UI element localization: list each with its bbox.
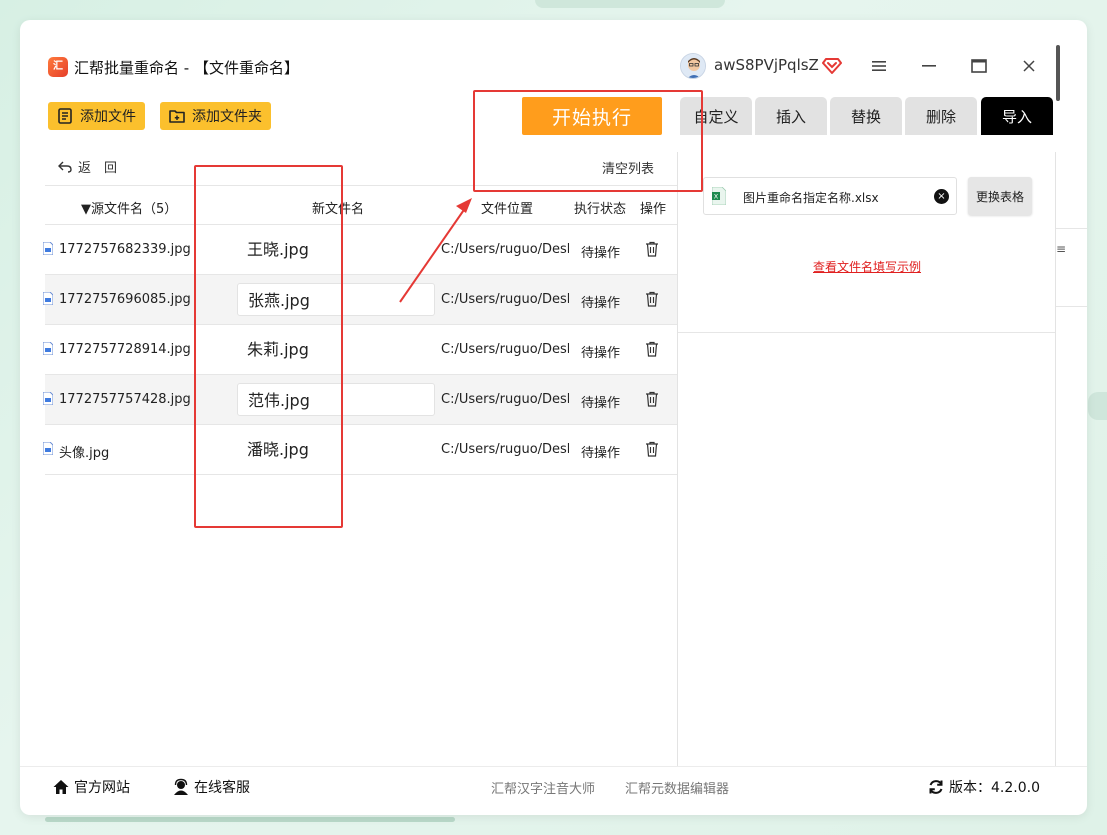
trash-icon[interactable] [645,291,659,307]
product-link-pinyin[interactable]: 汇帮汉字注音大师 [491,778,595,797]
user-name[interactable]: awS8PVjPqlsZ [714,56,819,74]
status-text: 待操作 [581,296,621,311]
back-label: 返 回 [78,161,118,176]
online-support-label: 在线客服 [194,780,250,796]
source-file-name: 头像.jpg [59,446,110,461]
file-location: C:/Users/ruguo/Desktop [441,342,569,357]
official-website-label: 官方网站 [74,780,130,796]
import-panel: X 图片重命名指定名称.xlsx × 更换表格 查看文件名填写示例 [678,152,1056,767]
header-status: 执行状态 [574,202,627,217]
import-file-name: 图片重命名指定名称.xlsx [743,191,879,205]
support-headset-icon [174,778,188,795]
trash-icon[interactable] [645,441,659,457]
app-logo-icon: 汇 [48,57,68,77]
app-window: 汇 汇帮批量重命名 - 【文件重命名】 awS8PVjPqlsZ 添加文件 添加… [20,20,1087,815]
add-folder-label: 添加文件夹 [192,109,262,125]
side-menu-icon[interactable]: ≡ [1056,242,1066,256]
table-row[interactable]: 1772757728914.jpg 朱莉.jpg C:/Users/ruguo/… [43,325,678,375]
annotation-highlight-new-names [194,165,343,528]
remove-file-icon[interactable]: × [934,189,949,204]
tab-delete[interactable]: 删除 [905,97,977,135]
header-location: 文件位置 [481,202,534,217]
status-text: 待操作 [581,346,621,361]
header-action: 操作 [640,202,667,217]
file-location: C:/Users/ruguo/Desktop [441,242,569,257]
add-folder-button[interactable]: 添加文件夹 [160,102,271,130]
view-example-link[interactable]: 查看文件名填写示例 [813,258,921,275]
trash-icon[interactable] [645,241,659,257]
source-file-name: 1772757696085.jpg [59,292,191,307]
image-file-icon [43,442,53,455]
home-icon [53,780,69,794]
edge-separator [1056,228,1087,229]
file-icon [58,108,72,124]
status-text: 待操作 [581,246,621,261]
footer: 官方网站 在线客服 汇帮汉字注音大师 汇帮元数据编辑器 版本：4.2.0.0 [20,766,1087,815]
minimize-icon[interactable] [917,54,941,78]
user-avatar[interactable] [680,53,706,79]
online-support-link[interactable]: 在线客服 [172,777,250,797]
close-icon[interactable] [1017,54,1041,78]
official-website-link[interactable]: 官方网站 [52,777,130,797]
image-file-icon [43,392,53,405]
panel-separator [678,332,1055,333]
background-edge [1088,392,1107,420]
back-arrow-icon [58,161,72,173]
excel-file-icon: X [712,187,726,205]
file-table: ▼源文件名（5） 新文件名 文件位置 执行状态 操作 1772757682339… [43,185,678,475]
back-button[interactable]: 返 回 [58,157,117,176]
add-file-button[interactable]: 添加文件 [48,102,145,130]
vip-diamond-icon[interactable] [822,55,842,75]
file-location: C:/Users/ruguo/Desktop [441,292,569,307]
source-file-name: 1772757682339.jpg [59,242,191,257]
menu-icon[interactable] [867,54,891,78]
header-source-label: 源文件名（5） [91,202,178,217]
change-table-button[interactable]: 更换表格 [968,177,1032,215]
file-location: C:/Users/ruguo/Desktop [441,392,569,407]
background-tab [535,0,725,8]
header-source[interactable]: ▼源文件名（5） [81,198,177,217]
table-row[interactable]: 1772757696085.jpg 张燕.jpg C:/Users/ruguo/… [43,275,678,325]
avatar-icon [681,54,705,78]
excel-icon-letter: X [714,193,719,201]
image-file-icon [43,342,53,355]
maximize-icon[interactable] [967,54,991,78]
app-title: 汇帮批量重命名 - 【文件重命名】 [74,59,299,77]
source-file-name: 1772757757428.jpg [59,392,191,407]
title-bar: 汇 汇帮批量重命名 - 【文件重命名】 awS8PVjPqlsZ [20,20,1087,90]
table-row[interactable]: 1772757757428.jpg 范伟.jpg C:/Users/ruguo/… [43,375,678,425]
trash-icon[interactable] [645,391,659,407]
status-text: 待操作 [581,396,621,411]
edge-separator [1056,306,1087,307]
table-row[interactable]: 1772757682339.jpg 王晓.jpg C:/Users/ruguo/… [43,225,678,275]
tab-insert[interactable]: 插入 [755,97,827,135]
product-link-metadata[interactable]: 汇帮元数据编辑器 [625,778,729,797]
trash-icon[interactable] [645,341,659,357]
refresh-icon [929,780,943,794]
image-file-icon [43,292,53,305]
version-info[interactable]: 版本：4.2.0.0 [927,777,1040,797]
table-row[interactable]: 头像.jpg 潘晓.jpg C:/Users/ruguo/Desktop 待操作 [43,425,678,475]
image-file-icon [43,242,53,255]
version-label: 版本：4.2.0.0 [949,780,1040,796]
window-edge-handle [1056,45,1060,101]
annotation-highlight-start [473,90,703,192]
import-file-box[interactable]: X 图片重命名指定名称.xlsx × [703,177,957,215]
tab-import[interactable]: 导入 [981,97,1053,135]
tab-replace[interactable]: 替换 [830,97,902,135]
file-location: C:/Users/ruguo/Desktop [441,442,569,457]
source-file-name: 1772757728914.jpg [59,342,191,357]
add-file-label: 添加文件 [80,109,136,125]
sort-down-icon: ▼ [81,202,91,217]
folder-add-icon [169,110,185,123]
background-scrollbar [45,817,455,822]
status-text: 待操作 [581,446,621,461]
